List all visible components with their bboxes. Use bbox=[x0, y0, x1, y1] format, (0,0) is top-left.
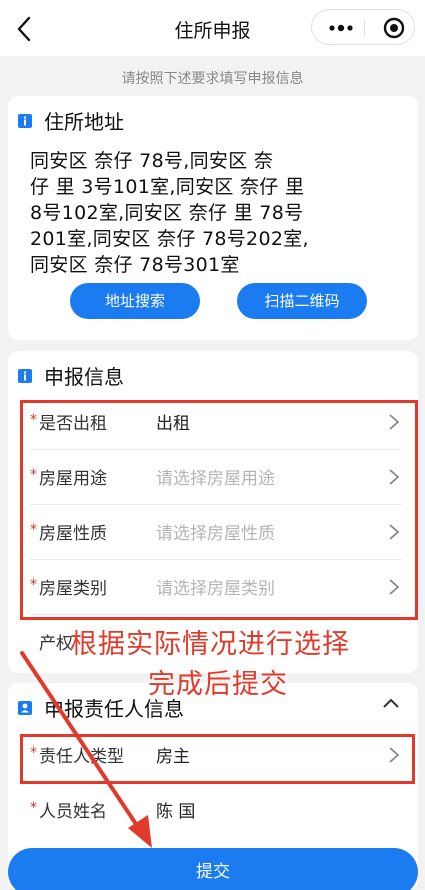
annotation-text-submit: 完成后提交 bbox=[148, 669, 288, 700]
field-value: 陈 国 bbox=[156, 802, 196, 822]
info-icon bbox=[18, 369, 32, 383]
nav-bar: 住所申报 bbox=[0, 0, 425, 56]
person-icon bbox=[18, 701, 32, 715]
annotation-box-declaration bbox=[20, 400, 418, 620]
address-search-button[interactable]: 地址搜索 bbox=[70, 283, 200, 319]
field-label: 人员姓名 bbox=[39, 802, 107, 822]
address-line: 同安区 奈仔 78号301室 bbox=[30, 254, 240, 276]
annotation-box-responsible bbox=[20, 734, 415, 784]
submit-button[interactable]: 提交 bbox=[8, 848, 418, 890]
address-line: 仔 里 3号101室,同安区 奈仔 里 bbox=[30, 176, 305, 198]
capsule-divider bbox=[364, 19, 365, 37]
chevron-up-icon[interactable] bbox=[382, 697, 400, 709]
address-line: 8号102室,同安区 奈仔 里 78号 bbox=[30, 202, 304, 224]
declaration-card-title: 申报信息 bbox=[44, 365, 124, 389]
form-hint: 请按照下述要求填写申报信息 bbox=[121, 71, 304, 87]
address-card-title: 住所地址 bbox=[44, 110, 124, 134]
target-icon[interactable] bbox=[383, 17, 405, 39]
address-line: 201室,同安区 奈仔 78号202室, bbox=[30, 228, 309, 250]
address-line: 同安区 奈仔 78号,同安区 奈 bbox=[30, 150, 274, 172]
address-text: 同安区 奈仔 78号,同安区 奈 仔 里 3号101室,同安区 奈仔 里 8号1… bbox=[30, 148, 410, 278]
required-star: * bbox=[30, 800, 37, 816]
scan-qr-button[interactable]: 扫描二维码 bbox=[237, 283, 367, 319]
more-icon[interactable] bbox=[326, 18, 356, 38]
info-icon bbox=[18, 114, 32, 128]
miniprogram-capsule bbox=[311, 9, 415, 45]
field-row-person-name[interactable]: * 人员姓名 陈 国 bbox=[30, 783, 402, 838]
field-label: 产权 bbox=[39, 634, 73, 654]
address-card: 住所地址 同安区 奈仔 78号,同安区 奈 仔 里 3号101室,同安区 奈仔 … bbox=[8, 96, 418, 340]
annotation-text-select: 根据实际情况进行选择 bbox=[70, 629, 350, 660]
